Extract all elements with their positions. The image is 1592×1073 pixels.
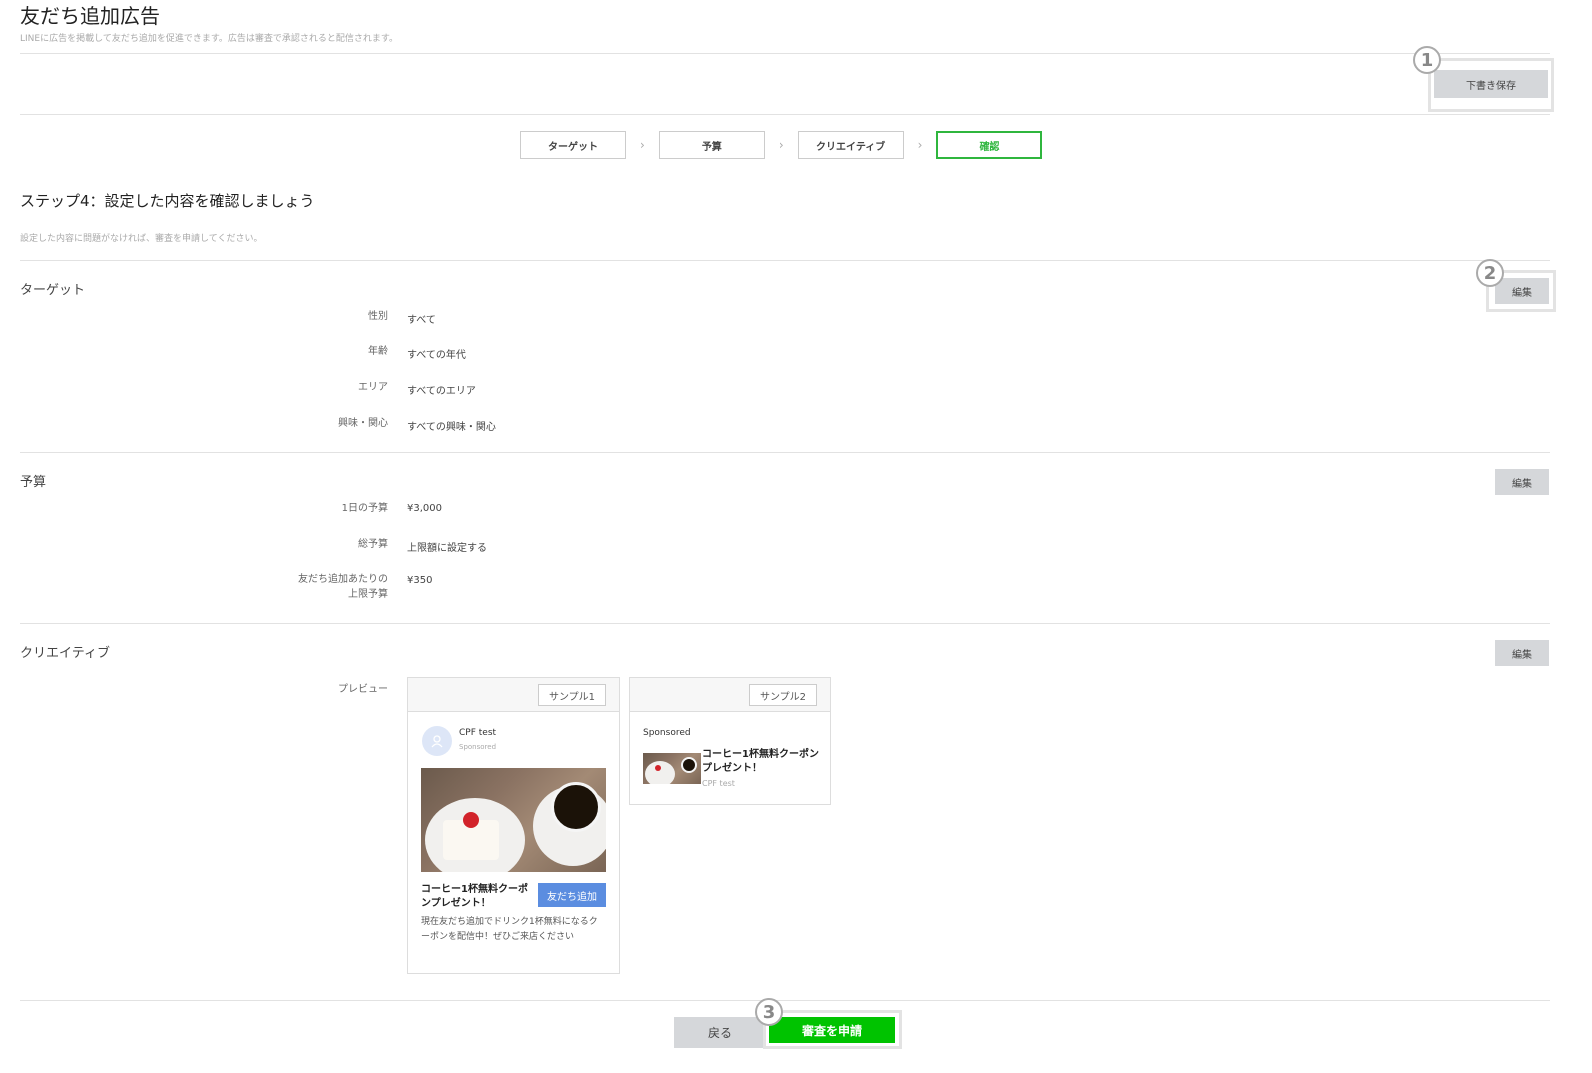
preview-card-sample1: サンプル1 CPF test Sponsored コーヒー1杯無料クーポンプレゼ… — [407, 677, 620, 974]
chevron-right-icon: › — [778, 138, 784, 152]
callout-badge-2: 2 — [1476, 259, 1504, 287]
stepper: ターゲット › 予算 › クリエイティブ › 確認 — [520, 131, 1043, 159]
ad-thumbnail — [643, 753, 701, 784]
ad-image — [421, 768, 606, 872]
strawberry-shape — [463, 812, 479, 828]
step-title: ステップ4：設定した内容を確認しましょう — [20, 192, 315, 210]
page-title: 友だち追加広告 — [20, 4, 160, 28]
section-title-creative: クリエイティブ — [20, 646, 110, 661]
step-target[interactable]: ターゲット — [520, 131, 626, 159]
section-title-target: ターゲット — [20, 283, 86, 298]
budget-per-friend-label: 友だち追加あたりの 上限予算 — [298, 574, 388, 600]
budget-daily-label: 1日の予算 — [341, 503, 388, 514]
callout-badge-1: 1 — [1413, 46, 1441, 74]
back-button[interactable]: 戻る — [674, 1017, 766, 1048]
divider — [20, 1000, 1550, 1001]
chevron-right-icon: › — [917, 138, 923, 152]
preview-label: プレビュー — [338, 684, 388, 695]
sponsored-label: Sponsored — [643, 728, 691, 738]
submit-review-button[interactable]: 審査を申請 — [769, 1017, 895, 1043]
target-gender-value: すべて — [407, 315, 436, 326]
target-area-value: すべてのエリア — [407, 386, 476, 397]
target-area-label: エリア — [358, 382, 388, 393]
step-creative[interactable]: クリエイティブ — [797, 131, 904, 159]
divider — [20, 53, 1550, 54]
ad-body: 現在友だち追加でドリンク1杯無料になるクーポンを配信中！ぜひご来店ください — [421, 917, 598, 942]
edit-creative-button[interactable]: 編集 — [1495, 640, 1549, 666]
preview-card-sample2: サンプル2 Sponsored コーヒー1杯無料クーポンプレゼント！ CPF t… — [629, 677, 831, 805]
target-interest-value: すべての興味・関心 — [407, 422, 496, 433]
page-description: LINEに広告を掲載して友だち追加を促進できます。広告は審査で承認されると配信さ… — [20, 34, 399, 44]
budget-total-value: 上限額に設定する — [407, 543, 487, 554]
plate-shape — [645, 761, 675, 784]
budget-total-label: 総予算 — [358, 539, 388, 550]
card-header: サンプル1 — [408, 678, 619, 712]
divider — [20, 114, 1550, 115]
coffee-cup-shape — [681, 757, 697, 773]
target-interest-label: 興味・関心 — [338, 418, 388, 429]
coffee-cup-shape — [551, 782, 601, 832]
step-description: 設定した内容に問題がなければ、審査を申請してください。 — [20, 234, 263, 244]
sample2-tab[interactable]: サンプル2 — [749, 684, 817, 706]
divider — [20, 452, 1550, 453]
strawberry-shape — [655, 765, 661, 771]
save-draft-button[interactable]: 下書き保存 — [1434, 70, 1548, 98]
divider — [20, 623, 1550, 624]
target-age-label: 年齢 — [368, 346, 388, 357]
account-name: CPF test — [702, 779, 735, 788]
chevron-right-icon: › — [640, 138, 645, 152]
sample1-tab[interactable]: サンプル1 — [538, 684, 606, 706]
budget-per-friend-value: ¥350 — [407, 575, 433, 586]
edit-target-button[interactable]: 編集 — [1495, 278, 1549, 304]
step-budget[interactable]: 予算 — [658, 131, 765, 159]
account-name: CPF test — [459, 728, 497, 738]
target-age-value: すべての年代 — [407, 350, 466, 361]
section-title-budget: 予算 — [20, 475, 47, 490]
step-confirm[interactable]: 確認 — [936, 131, 1043, 159]
divider — [20, 260, 1550, 261]
callout-badge-3: 3 — [755, 998, 783, 1026]
edit-budget-button[interactable]: 編集 — [1495, 469, 1549, 495]
card-header: サンプル2 — [630, 678, 830, 712]
user-icon — [422, 726, 452, 756]
ad-headline: コーヒー1杯無料クーポンプレゼント！ — [702, 749, 819, 774]
budget-daily-value: ¥3,000 — [407, 503, 442, 514]
target-gender-label: 性別 — [368, 311, 388, 322]
ad-headline: コーヒー1杯無料クーポンプレゼント！ — [421, 884, 528, 909]
sponsored-label: Sponsored — [459, 743, 497, 751]
add-friend-button[interactable]: 友だち追加 — [538, 883, 606, 907]
